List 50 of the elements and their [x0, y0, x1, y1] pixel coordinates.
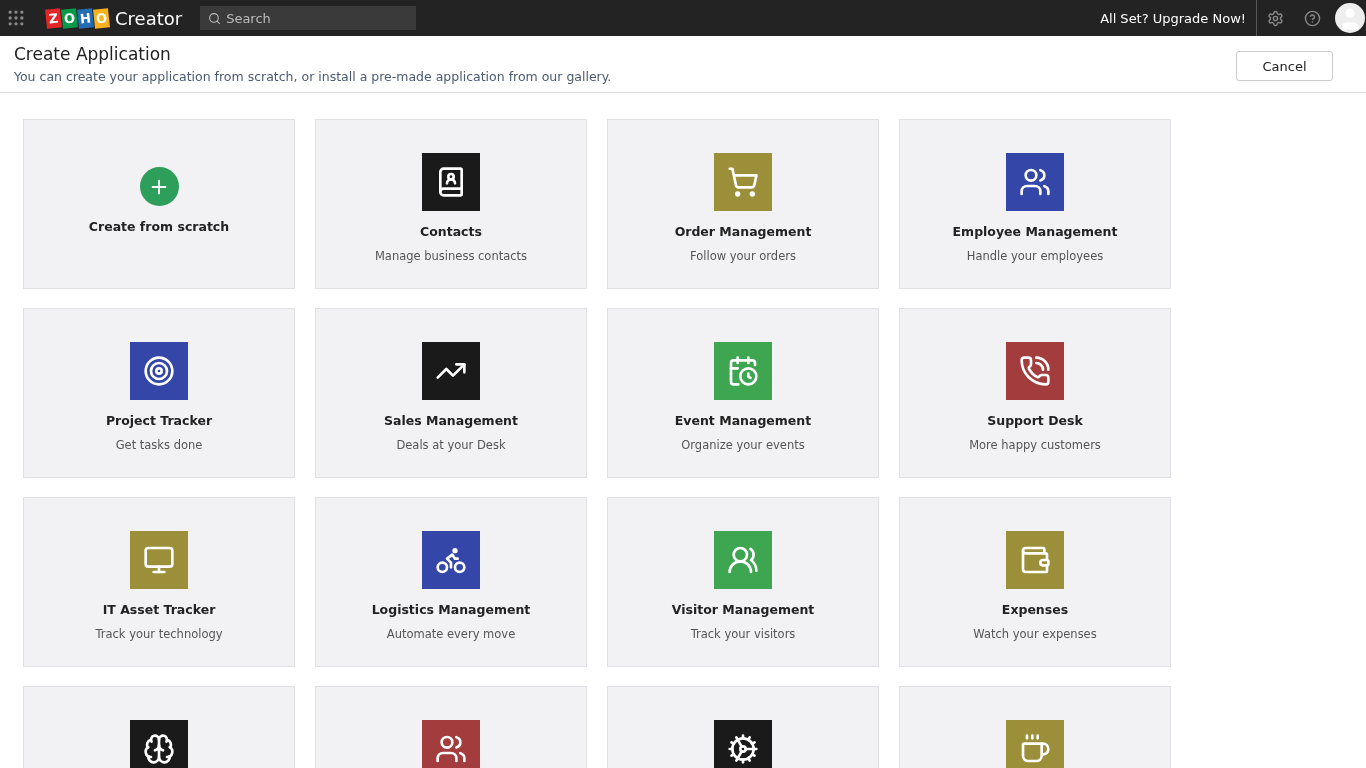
card-title: Contacts: [420, 224, 482, 239]
card-subtitle: Organize your events: [681, 438, 805, 452]
app-card[interactable]: Project Tracker Get tasks done: [23, 308, 295, 478]
app-card[interactable]: Contacts Manage business contacts: [315, 119, 587, 289]
avatar[interactable]: [1335, 3, 1365, 33]
card-title: Order Management: [674, 224, 812, 239]
app-card[interactable]: Order Management Follow your orders: [607, 119, 879, 289]
card-title: Employee Management: [952, 224, 1118, 239]
page-title: Create Application: [14, 44, 172, 64]
card-subtitle: More happy customers: [969, 438, 1101, 452]
card-subtitle: Track your technology: [95, 627, 223, 641]
app-card[interactable]: Logistics Management Automate every move: [315, 497, 587, 667]
app-card[interactable]: Event Management Organize your events: [607, 308, 879, 478]
app-card[interactable]: Visitor Management Track your visitors: [607, 497, 879, 667]
card-subtitle: Get tasks done: [115, 438, 203, 452]
card-title: Visitor Management: [671, 602, 815, 617]
card-subtitle: Follow your orders: [690, 249, 796, 263]
search-field[interactable]: Search: [200, 6, 417, 30]
app-card[interactable]: Expenses Watch your expenses: [899, 497, 1171, 667]
settings-icon[interactable]: [1267, 9, 1284, 27]
card-subtitle: Track your visitors: [690, 627, 796, 641]
card-title: Event Management: [674, 413, 812, 428]
card-subtitle: Manage business contacts: [374, 249, 528, 263]
card-title: Sales Management: [384, 413, 518, 428]
app-card[interactable]: Support Desk More happy customers: [899, 308, 1171, 478]
logo-letter: H: [77, 7, 94, 29]
card-subtitle: Watch your expenses: [973, 627, 1097, 641]
page-subtitle: You can create your application from scratch, or install a pre-made application from our gallery.: [14, 69, 613, 84]
card-subtitle: Handle your employees: [966, 249, 1104, 263]
card-title: Logistics Management: [371, 602, 531, 617]
card-title: Expenses: [1001, 602, 1069, 617]
logo-letter: Z: [45, 7, 62, 29]
product-name: Creator: [115, 7, 183, 29]
card-title: Support Desk: [987, 413, 1083, 428]
logo-letter: O: [93, 7, 110, 29]
app-card[interactable]: Sales Management Deals at your Desk: [315, 308, 587, 478]
card-title: Project Tracker: [105, 413, 213, 428]
app-card[interactable]: Employee Management Handle your employees: [899, 119, 1171, 289]
app-card[interactable]: Create from scratch: [23, 119, 295, 289]
app-card[interactable]: IT Asset Tracker Track your technology: [23, 497, 295, 667]
upgrade-link[interactable]: All Set? Upgrade Now!: [1090, 0, 1257, 36]
card-subtitle: Deals at your Desk: [396, 438, 506, 452]
help-icon[interactable]: [1304, 9, 1321, 27]
card-title: IT Asset Tracker: [102, 602, 216, 617]
logo-letter: O: [61, 7, 78, 29]
search-icon: [208, 12, 222, 25]
card-subtitle: Automate every move: [386, 627, 516, 641]
app-grid-icon[interactable]: [6, 8, 26, 28]
cancel-button[interactable]: Cancel: [1236, 51, 1333, 81]
card-title: Create from scratch: [88, 219, 230, 234]
